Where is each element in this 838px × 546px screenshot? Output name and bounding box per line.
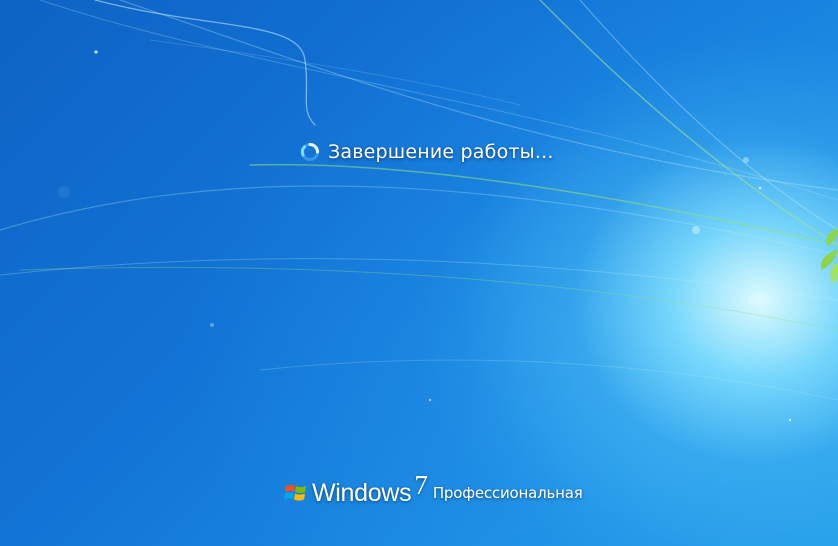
light-streak — [0, 185, 838, 256]
light-streak — [19, 266, 838, 331]
windows-flag-icon — [284, 484, 306, 501]
light-streak — [249, 163, 838, 246]
sparkle — [58, 186, 70, 198]
wallpaper-light-streaks — [0, 0, 838, 422]
shutdown-status: Завершение работы... — [300, 138, 554, 166]
product-version: 7 — [414, 470, 428, 500]
sparkle — [692, 226, 700, 234]
busy-spinner-icon — [300, 143, 319, 161]
sparkle — [210, 323, 214, 327]
windows-branding: Windows 7 Профессиональная — [284, 470, 583, 508]
sparkle — [758, 186, 762, 190]
sparkle — [788, 418, 792, 422]
sparkle — [429, 399, 431, 401]
light-streak — [39, 0, 838, 201]
light-streak — [259, 359, 838, 401]
shutdown-screen: Завершение работы... Windows 7 Профессио… — [0, 0, 838, 546]
light-streak — [149, 39, 521, 106]
light-streak — [579, 0, 838, 231]
shutdown-message: Завершение работы... — [328, 141, 554, 163]
light-streak — [94, 0, 316, 126]
product-name: Windows — [312, 479, 412, 507]
product-edition: Профессиональная — [432, 484, 583, 502]
light-streak — [0, 258, 838, 301]
sparkle — [94, 50, 98, 54]
sparkle — [743, 157, 749, 163]
light-streak — [539, 0, 838, 246]
